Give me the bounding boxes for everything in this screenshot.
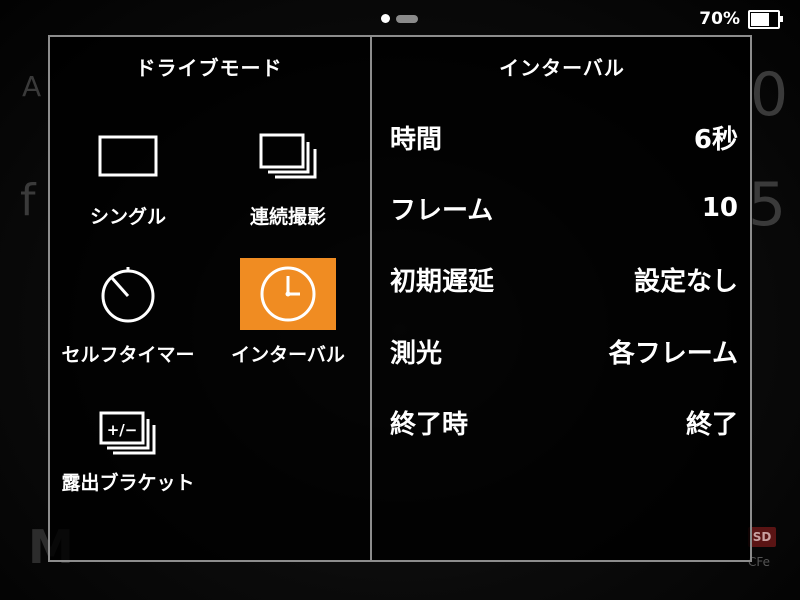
mode-exposure-bracket-icon-box: +/− xyxy=(80,408,176,458)
background-digit-glyph-2: 5 xyxy=(748,170,787,240)
setting-row-time[interactable]: 時間 6秒 xyxy=(390,117,738,157)
mode-continuous-label: 連続撮影 xyxy=(249,206,326,228)
mode-self-timer-label: セルフタイマー xyxy=(61,344,195,366)
mode-self-timer[interactable]: セルフタイマー xyxy=(48,258,208,370)
setting-row-initial-delay[interactable]: 初期遅延 設定なし xyxy=(390,259,738,299)
interval-clock-icon xyxy=(260,266,316,322)
mode-continuous-icon-box xyxy=(240,120,336,192)
setting-on-end-value: 終了 xyxy=(685,409,738,440)
battery-fill xyxy=(751,12,770,26)
mode-interval[interactable]: インターバル xyxy=(208,258,368,370)
background-aperture-glyph: f xyxy=(20,175,36,226)
interval-settings-title: インターバル xyxy=(499,56,625,80)
mode-interval-label: インターバル xyxy=(231,344,345,366)
page-indicator xyxy=(381,14,418,23)
battery-icon xyxy=(748,9,783,29)
setting-row-frames[interactable]: フレーム 10 xyxy=(390,188,738,228)
background-mode-glyph: A xyxy=(22,70,42,103)
page-dot-inactive xyxy=(396,14,418,23)
setting-row-metering[interactable]: 測光 各フレーム xyxy=(390,331,738,371)
setting-frames-label: フレーム xyxy=(390,195,494,226)
mode-single[interactable]: シングル xyxy=(48,120,208,232)
continuous-shooting-icon xyxy=(259,133,317,179)
mode-exposure-bracket[interactable]: +/− 露出ブラケット xyxy=(48,408,208,498)
setting-time-label: 時間 xyxy=(390,124,443,155)
setting-metering-label: 測光 xyxy=(390,338,443,369)
single-frame-icon xyxy=(98,135,158,177)
mode-single-icon-box xyxy=(80,120,176,192)
mode-interval-icon-box xyxy=(240,258,336,330)
battery-percent: 70% xyxy=(699,9,740,29)
panel-divider xyxy=(370,35,372,562)
mode-single-label: シングル xyxy=(89,206,166,228)
self-timer-icon xyxy=(101,267,155,323)
setting-row-on-end[interactable]: 終了時 終了 xyxy=(390,402,738,442)
page-dot-active xyxy=(381,14,390,23)
setting-metering-value: 各フレーム xyxy=(608,338,738,369)
setting-on-end-label: 終了時 xyxy=(390,409,469,440)
svg-text:+/−: +/− xyxy=(107,421,138,439)
setting-frames-value: 10 xyxy=(701,193,738,223)
mode-continuous[interactable]: 連続撮影 xyxy=(208,120,368,232)
setting-time-value: 6秒 xyxy=(693,124,738,155)
battery-status: 70% xyxy=(699,9,783,29)
mode-self-timer-icon-box xyxy=(80,258,176,330)
mode-exposure-bracket-label: 露出ブラケット xyxy=(61,472,195,494)
setting-initial-delay-label: 初期遅延 xyxy=(390,266,495,297)
exposure-bracket-icon: +/− xyxy=(99,411,156,455)
drive-mode-title: ドライブモード xyxy=(135,56,283,80)
sd-card-badge: SD xyxy=(748,527,776,547)
background-digit-glyph: 0 xyxy=(750,60,789,130)
setting-initial-delay-value: 設定なし xyxy=(633,266,738,297)
